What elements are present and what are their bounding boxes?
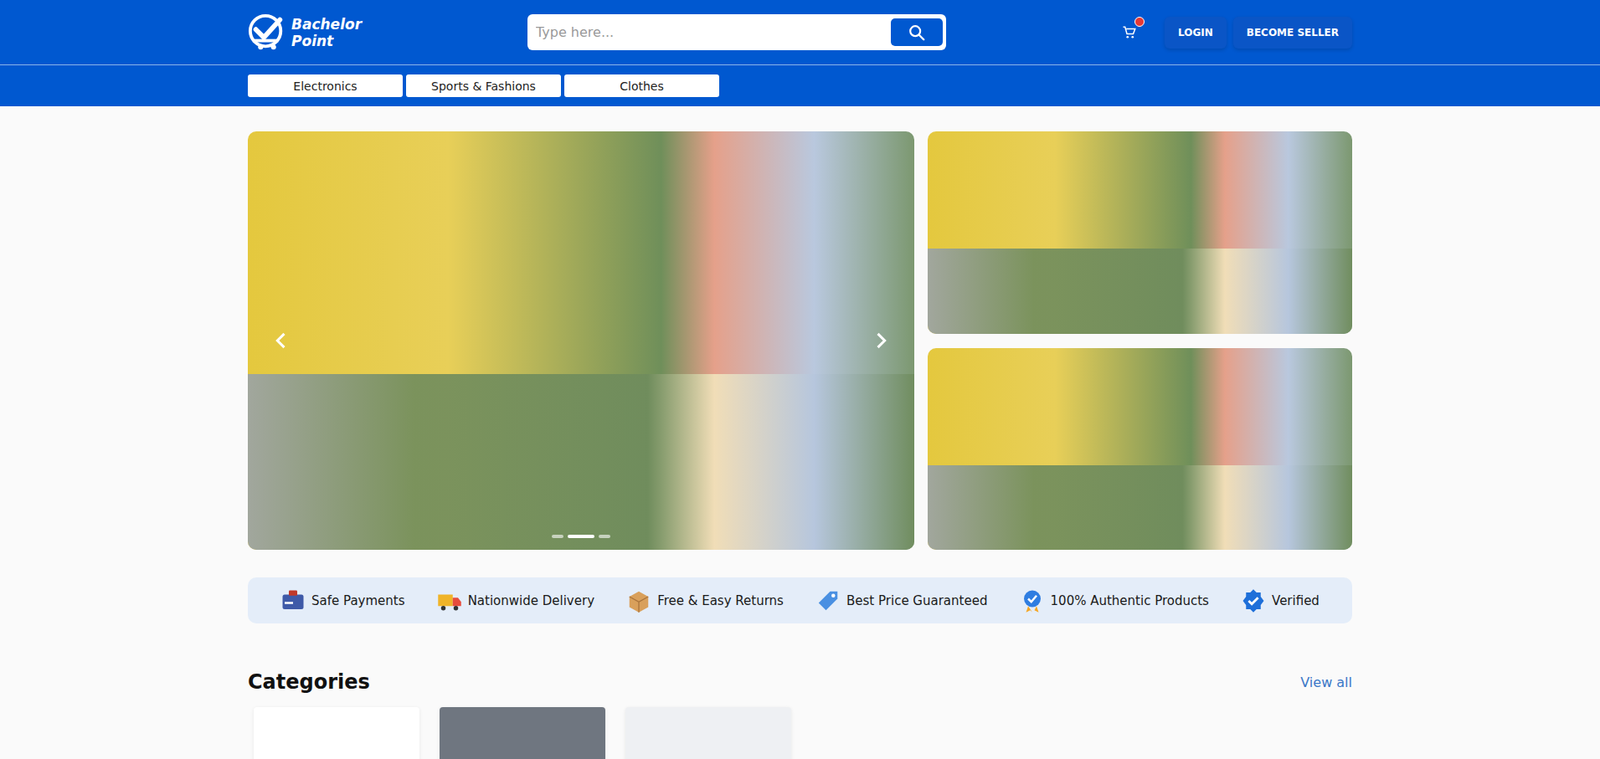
feature-item: Best Price Guaranteed [815,588,988,614]
card-icon [280,588,306,614]
feature-item: Free & Easy Returns [626,588,784,614]
categories-title: Categories [247,670,371,695]
carousel-dots [247,535,915,539]
feature-label: Free & Easy Returns [657,593,784,609]
search-button[interactable] [890,18,943,47]
feature-label: Safe Payments [311,593,405,609]
carousel-dot[interactable] [598,535,611,539]
feature-item: Safe Payments [280,588,405,614]
side-banners [927,131,1353,551]
logo-line: Bachelor [291,15,362,33]
category-card[interactable] [253,707,420,759]
chevron-left-icon [269,329,294,353]
prev-button[interactable] [269,329,294,353]
category-card[interactable] [439,707,606,759]
become-seller-button[interactable]: BECOME SELLER [1233,16,1353,49]
cart-button[interactable] [1119,22,1140,43]
carousel[interactable] [247,131,915,551]
verified-icon [1240,588,1266,614]
nav-item[interactable]: Electronics [247,74,403,98]
features-strip: Safe Payments Nationwide Delivery Free & E… [247,577,1353,624]
view-all-link[interactable]: View all [1300,674,1353,691]
cart-icon [1121,25,1137,41]
tag-icon [815,588,841,614]
carousel-dot[interactable] [551,535,564,539]
carousel-dot[interactable] [567,535,595,539]
badge-icon [1019,588,1045,614]
category-cards [247,707,1353,759]
next-button[interactable] [869,329,893,353]
category-nav: ElectronicsSports & FashionsClothes [247,74,1353,98]
truck-icon [437,588,463,614]
feature-label: 100% Authentic Products [1050,593,1210,609]
categories-header: Categories View all [247,670,1353,695]
main-content: Safe Payments Nationwide Delivery Free & E… [247,131,1353,759]
chevron-right-icon [869,329,893,353]
feature-item: Nationwide Delivery [437,588,595,614]
logo-text: BachelorPoint [291,15,362,50]
feature-label: Nationwide Delivery [468,593,595,609]
login-button[interactable]: LOGIN [1164,16,1227,49]
logo-line: Point [291,32,362,50]
hero [247,131,1353,551]
search-bar [527,14,947,51]
nav-item[interactable]: Clothes [564,74,720,98]
cart-badge [1134,16,1145,27]
search-input[interactable] [530,24,891,41]
magnifier-icon [907,23,927,42]
cart-check-logo-icon [247,13,287,52]
feature-label: Best Price Guaranteed [846,593,988,609]
feature-label: Verified [1271,593,1320,609]
nav-item[interactable]: Sports & Fashions [406,74,561,98]
nav-wrap: ElectronicsSports & FashionsClothes [247,74,1353,98]
category-card[interactable] [625,707,792,759]
header: BachelorPoint LOGINBECOME SELLER Electroni… [0,0,1600,107]
nav-bar: ElectronicsSports & FashionsClothes [0,64,1600,107]
top-bar: BachelorPoint LOGINBECOME SELLER [247,0,1353,65]
feature-item: 100% Authentic Products [1019,588,1210,614]
header-actions: LOGINBECOME SELLER [1119,16,1353,49]
feature-item: Verified [1240,588,1320,614]
logo[interactable]: BachelorPoint [247,13,528,52]
box-icon [626,588,652,614]
side-banner[interactable] [927,131,1353,335]
side-banner[interactable] [927,348,1353,551]
